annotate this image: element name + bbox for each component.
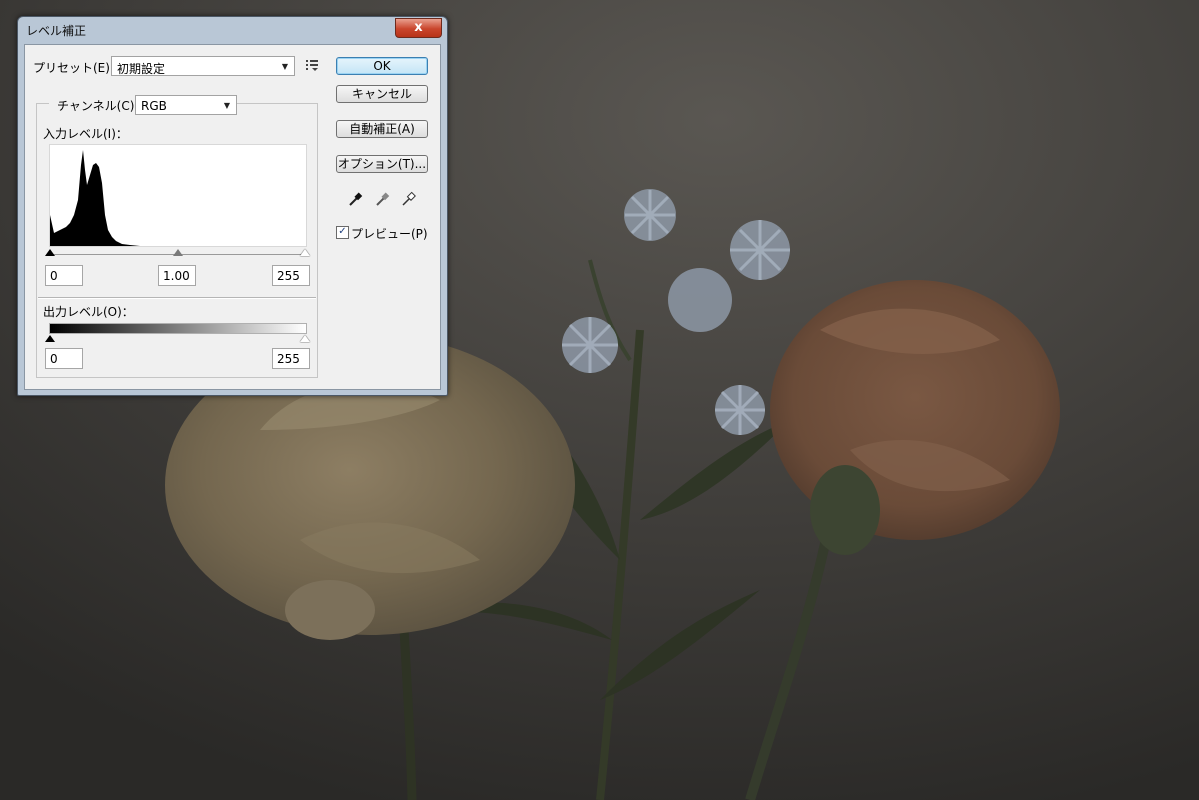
input-levels-label: 入力レベル(I)： <box>43 127 128 141</box>
preview-checkbox[interactable]: ✓ <box>336 226 349 239</box>
close-icon: x <box>414 20 423 35</box>
dialog-title: レベル補正 <box>26 24 87 38</box>
input-white-slider[interactable] <box>300 249 310 256</box>
options-button[interactable]: オプション(T)... <box>336 155 428 173</box>
input-white-field[interactable]: 255 <box>272 265 310 286</box>
input-gamma-slider[interactable] <box>173 249 183 256</box>
input-black-slider[interactable] <box>45 249 55 256</box>
dropdown-arrow-icon: ▼ <box>281 62 288 71</box>
black-eyedropper-icon[interactable] <box>347 191 363 207</box>
channel-dropdown[interactable]: RGB ▼ <box>135 95 237 115</box>
input-gamma-field[interactable]: 1.00 <box>158 265 196 286</box>
auto-button[interactable]: 自動補正(A) <box>336 120 428 138</box>
levels-dialog: レベル補正 x プリセット(E)： 初期設定 ▼ チャンネル(C)： RGB ▼… <box>17 16 448 396</box>
close-button[interactable]: x <box>395 18 442 38</box>
dropdown-arrow-icon: ▼ <box>223 101 230 110</box>
white-eyedropper-icon[interactable] <box>400 191 416 207</box>
preset-value: 初期設定 <box>117 62 166 76</box>
output-white-slider[interactable] <box>300 335 310 342</box>
preset-menu-icon[interactable] <box>305 59 319 71</box>
output-black-slider[interactable] <box>45 335 55 342</box>
preset-dropdown[interactable]: 初期設定 ▼ <box>111 56 295 76</box>
output-gradient-bar <box>49 323 307 334</box>
output-levels-label: 出力レベル(O)： <box>43 305 134 319</box>
gray-eyedropper-icon[interactable] <box>374 191 390 207</box>
ok-button[interactable]: OK <box>336 57 428 75</box>
histogram-graph <box>50 150 140 246</box>
divider <box>38 297 316 299</box>
cancel-button[interactable]: キャンセル <box>336 85 428 103</box>
input-black-field[interactable]: 0 <box>45 265 83 286</box>
preset-label: プリセット(E)： <box>33 61 122 75</box>
preview-label[interactable]: プレビュー(P) <box>351 225 428 242</box>
output-white-field[interactable]: 255 <box>272 348 310 369</box>
channel-value: RGB <box>141 99 167 113</box>
histogram <box>49 144 307 247</box>
title-bar[interactable]: レベル補正 x <box>18 17 447 41</box>
output-black-field[interactable]: 0 <box>45 348 83 369</box>
dialog-body: プリセット(E)： 初期設定 ▼ チャンネル(C)： RGB ▼ 入力レベル(I… <box>24 44 441 390</box>
